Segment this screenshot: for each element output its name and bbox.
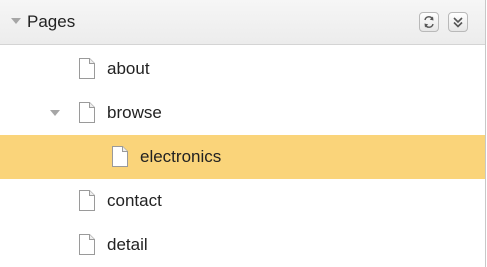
- page-icon: [79, 190, 95, 211]
- tree-item-label: about: [107, 59, 150, 78]
- refresh-icon: [424, 16, 434, 28]
- tree-item-contact[interactable]: contact: [0, 179, 485, 223]
- tree-item-about[interactable]: about: [0, 47, 485, 91]
- page-icon: [112, 146, 128, 167]
- collapse-all-icon: [453, 17, 463, 28]
- collapse-panel-toggle-icon[interactable]: [11, 18, 21, 24]
- pages-panel: Pages about browse electronics contact d…: [0, 0, 486, 267]
- expand-toggle-icon[interactable]: [50, 110, 60, 116]
- tree-item-label: electronics: [140, 147, 222, 166]
- tree-item-label: detail: [107, 235, 148, 254]
- page-icon: [79, 234, 95, 255]
- tree-item-label: browse: [107, 103, 162, 122]
- tree-item-electronics[interactable]: electronics: [0, 135, 485, 179]
- refresh-button[interactable]: [419, 12, 439, 32]
- tree-item-detail[interactable]: detail: [0, 223, 485, 267]
- collapse-all-button[interactable]: [448, 12, 468, 32]
- pages-panel-header: Pages: [0, 0, 485, 45]
- tree-item-label: contact: [107, 191, 162, 210]
- panel-title: Pages: [27, 12, 76, 31]
- tree-item-browse[interactable]: browse: [0, 91, 485, 135]
- page-icon: [79, 102, 95, 123]
- page-icon: [79, 58, 95, 79]
